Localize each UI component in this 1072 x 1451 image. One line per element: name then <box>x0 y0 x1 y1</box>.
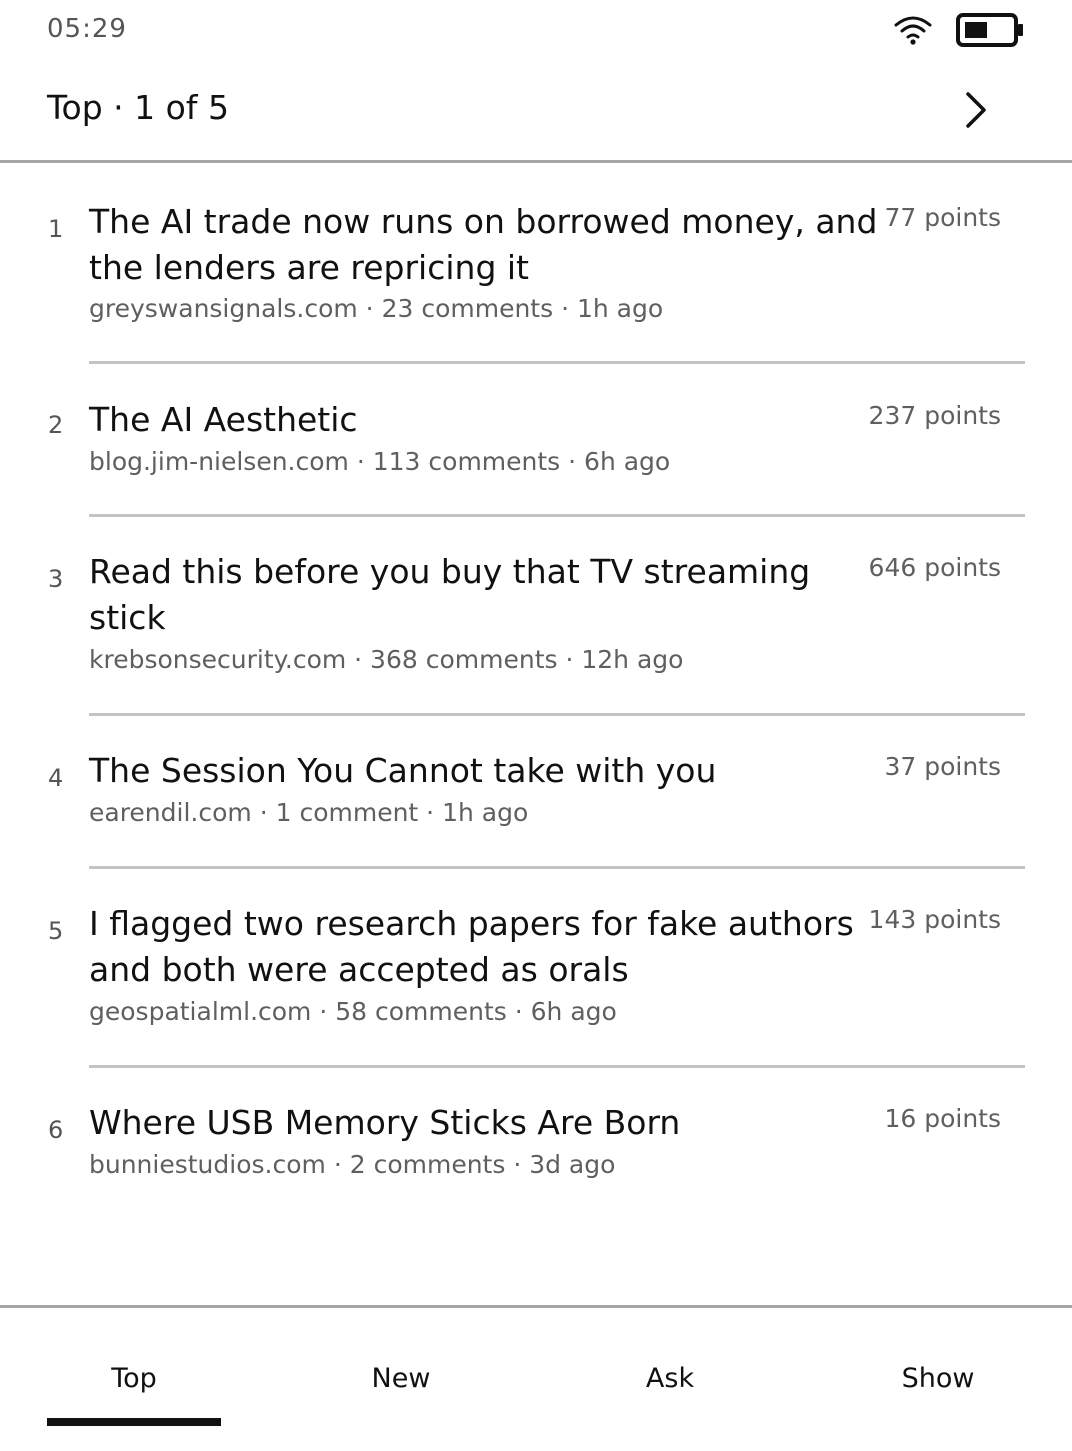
story-title[interactable]: Where USB Memory Sticks Are Born <box>89 1100 680 1146</box>
story-points: 77 points <box>884 203 1001 232</box>
story-list: 1 The AI trade now runs on borrowed mone… <box>0 163 1072 1207</box>
story-title-line: stick <box>89 598 166 637</box>
tab-label: Ask <box>645 1363 695 1394</box>
story-points: 143 points <box>868 905 1001 934</box>
status-time: 05:29 <box>47 14 127 44</box>
story-rank: 3 <box>48 565 64 593</box>
story-item[interactable]: 3 Read this before you buy that TV strea… <box>0 516 1072 716</box>
story-rank: 6 <box>48 1116 64 1144</box>
next-page-button[interactable] <box>945 82 1005 138</box>
header: Top · 1 of 5 <box>0 60 1072 163</box>
story-item[interactable]: 2 The AI Aesthetic blog.jim-nielsen.com … <box>0 363 1072 517</box>
story-title[interactable]: Read this before you buy that TV streami… <box>89 549 810 641</box>
tab-bar: Top New Ask Show <box>0 1305 1072 1451</box>
story-item[interactable]: 1 The AI trade now runs on borrowed mone… <box>0 163 1072 364</box>
story-title[interactable]: The AI trade now runs on borrowed money,… <box>89 199 877 291</box>
tab-label: Show <box>901 1363 975 1394</box>
story-item[interactable]: 4 The Session You Cannot take with you e… <box>0 715 1072 869</box>
story-rank: 4 <box>48 764 64 792</box>
story-title[interactable]: The AI Aesthetic <box>89 397 358 443</box>
story-meta: greyswansignals.com · 23 comments · 1h a… <box>89 294 664 323</box>
story-points: 16 points <box>884 1104 1001 1133</box>
story-meta: geospatialml.com · 58 comments · 6h ago <box>89 997 617 1026</box>
battery-icon <box>956 13 1023 47</box>
story-meta: blog.jim-nielsen.com · 113 comments · 6h… <box>89 447 671 476</box>
story-title[interactable]: I flagged two research papers for fake a… <box>89 901 854 993</box>
story-points: 237 points <box>868 401 1001 430</box>
story-title-line: I flagged two research papers for fake a… <box>89 904 854 943</box>
page-title: Top · 1 of 5 <box>47 88 229 127</box>
story-meta: bunniestudios.com · 2 comments · 3d ago <box>89 1150 616 1179</box>
tab-label: New <box>371 1363 431 1394</box>
story-title[interactable]: The Session You Cannot take with you <box>89 748 716 794</box>
chevron-right-icon <box>966 92 986 128</box>
story-title-line: The AI Aesthetic <box>89 400 358 439</box>
story-title-line: and both were accepted as orals <box>89 950 629 989</box>
story-title-line: the lenders are repricing it <box>89 248 529 287</box>
story-title-line: Read this before you buy that TV streami… <box>89 552 811 591</box>
active-tab-indicator <box>47 1418 221 1426</box>
tab-show[interactable]: Show <box>851 1308 1025 1448</box>
story-title-line: The Session You Cannot take with you <box>89 751 717 790</box>
tab-new[interactable]: New <box>314 1308 488 1448</box>
story-title-line: The AI trade now runs on borrowed money,… <box>89 202 878 241</box>
story-points: 37 points <box>884 752 1001 781</box>
story-rank: 5 <box>48 917 64 945</box>
story-item[interactable]: 6 Where USB Memory Sticks Are Born bunni… <box>0 1067 1072 1207</box>
story-rank: 2 <box>48 411 64 439</box>
story-rank: 1 <box>48 215 64 243</box>
story-meta: krebsonsecurity.com · 368 comments · 12h… <box>89 645 684 674</box>
story-points: 646 points <box>868 553 1001 582</box>
story-meta: earendil.com · 1 comment · 1h ago <box>89 798 529 827</box>
story-title-line: Where USB Memory Sticks Are Born <box>89 1103 681 1142</box>
tab-top[interactable]: Top <box>47 1308 221 1448</box>
tab-ask[interactable]: Ask <box>583 1308 757 1448</box>
status-bar: 05:29 <box>0 0 1072 60</box>
wifi-icon <box>894 16 932 45</box>
story-item[interactable]: 5 I flagged two research papers for fake… <box>0 868 1072 1068</box>
tab-label: Top <box>111 1363 157 1394</box>
